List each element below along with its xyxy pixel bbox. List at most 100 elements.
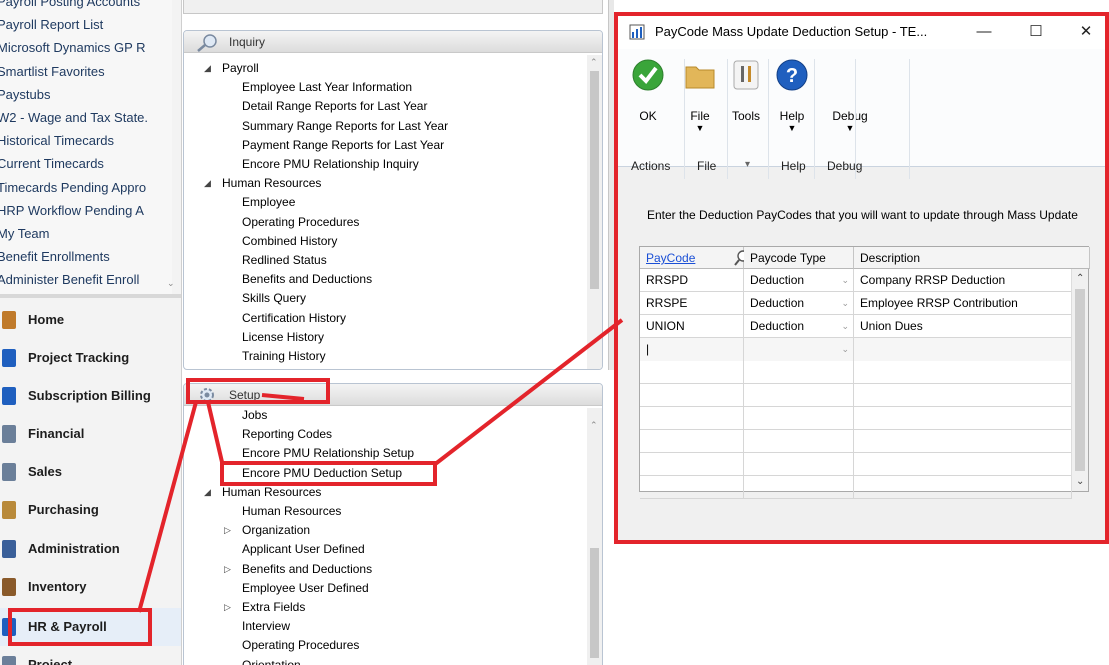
tree-item-label: Human Resources: [242, 504, 342, 518]
nav-link[interactable]: Administer Benefit Enroll: [0, 270, 139, 289]
module-button[interactable]: Subscription Billing: [0, 377, 181, 415]
tree-item[interactable]: Applicant User Defined: [242, 540, 365, 559]
tree-item[interactable]: ▷ Extra Fields: [224, 598, 305, 617]
chevron-down-icon[interactable]: ⌄: [167, 278, 175, 289]
tree-item-label: Benefits and Deductions: [242, 561, 373, 576]
module-label: Sales: [28, 464, 62, 479]
module-button[interactable]: Administration: [0, 530, 181, 568]
tree-item[interactable]: License History: [242, 328, 324, 347]
tree-item-label: Benefits and Deductions: [242, 272, 373, 287]
tree-item-label: Organization: [242, 523, 311, 538]
tree-item-label: Operating Procedures: [242, 214, 360, 229]
tree-item[interactable]: Jobs: [242, 406, 267, 425]
chevron-up-icon[interactable]: ⌃: [590, 420, 598, 431]
module-button[interactable]: Project Tracking: [0, 339, 181, 377]
module-button[interactable]: Purchasing: [0, 491, 181, 529]
tree-item[interactable]: Reporting Codes: [242, 425, 332, 444]
home-icon: [2, 311, 16, 329]
expand-arrow-icon[interactable]: ◢: [204, 174, 211, 193]
expand-arrow-icon[interactable]: ◢: [204, 483, 211, 502]
tree-item-label: Orientation: [242, 657, 301, 665]
tree-item[interactable]: Combined History: [242, 232, 337, 251]
inquiry-scroll-thumb[interactable]: [590, 71, 599, 289]
tree-item-label: Encore PMU Relationship Inquiry: [242, 157, 419, 171]
nav-link[interactable]: HRP Workflow Pending A: [0, 201, 144, 220]
nav-link[interactable]: Payroll Posting Accounts: [0, 0, 140, 11]
tree-item-label: Combined History: [242, 233, 338, 248]
setup-scroll-thumb[interactable]: [590, 548, 599, 658]
tree-item-label: Jobs: [242, 408, 268, 422]
tree-item[interactable]: Operating Procedures: [242, 636, 359, 655]
tree-item[interactable]: Employee User Defined: [242, 579, 369, 598]
tree-item-label: Interview: [242, 619, 291, 634]
tree-item[interactable]: Summary Range Reports for Last Year: [242, 117, 448, 136]
tree-item[interactable]: ◢ Human Resources: [204, 174, 321, 193]
module-button[interactable]: Financial: [0, 415, 181, 453]
tree-item-label: Applicant User Defined: [242, 542, 365, 557]
nav-link[interactable]: Benefit Enrollments: [0, 247, 110, 266]
module-label: Project Tracking: [28, 350, 130, 365]
tree-item[interactable]: ▷ Organization: [224, 521, 311, 540]
background-panel-top: [183, 0, 603, 14]
collapse-arrow-icon[interactable]: ▷: [224, 521, 231, 540]
tree-item[interactable]: ▷ Benefits and Deductions: [224, 560, 373, 579]
tree-item[interactable]: Detail Range Reports for Last Year: [242, 97, 427, 116]
tree-item-label: Redlined Status: [242, 253, 327, 267]
annotation-box-setup: [186, 378, 330, 404]
module-label: Administration: [28, 541, 120, 556]
nav-link[interactable]: My Team: [0, 224, 50, 243]
tree-item[interactable]: Employee: [242, 193, 295, 212]
tree-item[interactable]: Employee Last Year Information: [242, 78, 412, 97]
tree-item[interactable]: Skills Query: [242, 289, 306, 308]
tree-item[interactable]: Certification History: [242, 309, 346, 328]
nav-link[interactable]: Historical Timecards: [0, 131, 114, 150]
tree-item-label: Payroll: [222, 61, 259, 75]
navigation-list-scrollbar[interactable]: ⌄: [166, 0, 175, 294]
tree-item[interactable]: Orientation: [242, 656, 301, 665]
navigation-list: Payroll Posting Accounts Payroll Report L…: [0, 0, 172, 294]
nav-link[interactable]: Smartlist Favorites: [0, 62, 105, 81]
collapse-arrow-icon[interactable]: ▷: [224, 560, 231, 579]
administration-icon: [2, 540, 16, 558]
tree-item[interactable]: Redlined Status: [242, 251, 327, 270]
inventory-icon: [2, 578, 16, 596]
module-label: Home: [28, 312, 65, 327]
tree-item-label: Training History: [242, 349, 326, 363]
expand-arrow-icon[interactable]: ◢: [204, 59, 211, 78]
tree-item[interactable]: Training History: [242, 347, 326, 366]
collapse-arrow-icon[interactable]: ▷: [224, 598, 231, 617]
tree-item[interactable]: Operating Procedures: [242, 213, 359, 232]
annotation-box-window: [614, 12, 1109, 544]
project-tracking-icon: [2, 349, 16, 367]
inquiry-panel: Inquiry ◢ Payroll Employee Last Year Infor…: [183, 30, 603, 370]
nav-link[interactable]: Payroll Report List: [0, 15, 103, 34]
module-button[interactable]: Home: [0, 301, 181, 339]
inquiry-scrollbar[interactable]: ⌃: [587, 55, 602, 369]
chevron-up-icon[interactable]: ⌃: [590, 57, 598, 68]
module-button[interactable]: Inventory: [0, 568, 181, 606]
tree-item[interactable]: ◢ Payroll: [204, 59, 259, 78]
nav-link[interactable]: W2 - Wage and Tax State.: [0, 108, 148, 127]
tree-item[interactable]: Interview: [242, 617, 290, 636]
tree-item-label: Skills Query: [242, 291, 307, 306]
sales-icon: [2, 463, 16, 481]
module-button[interactable]: Sales: [0, 453, 181, 491]
annotation-box-hr-payroll: [8, 608, 152, 646]
tree-item-label: Employee Last Year Information: [242, 80, 413, 95]
tree-item[interactable]: Benefits and Deductions: [242, 270, 372, 289]
nav-link[interactable]: Current Timecards: [0, 154, 104, 173]
inquiry-panel-header[interactable]: Inquiry: [184, 31, 602, 53]
left-navigation: Payroll Posting Accounts Payroll Report L…: [0, 0, 182, 665]
project-icon: [2, 656, 16, 665]
setup-scrollbar[interactable]: ⌃: [587, 408, 602, 665]
nav-link[interactable]: Microsoft Dynamics GP R: [0, 38, 146, 57]
nav-link[interactable]: Timecards Pending Appro: [0, 178, 146, 197]
tree-item[interactable]: Encore PMU Relationship Inquiry: [242, 155, 419, 174]
module-button[interactable]: Project: [0, 646, 181, 665]
tree-item-label: Encore PMU Relationship Setup: [242, 446, 415, 461]
tree-item[interactable]: Payment Range Reports for Last Year: [242, 136, 444, 155]
nav-link[interactable]: Paystubs: [0, 85, 50, 104]
tree-item[interactable]: Human Resources: [242, 502, 341, 521]
tree-item-label: Operating Procedures: [242, 638, 360, 653]
navigation-splitter[interactable]: [0, 294, 181, 298]
